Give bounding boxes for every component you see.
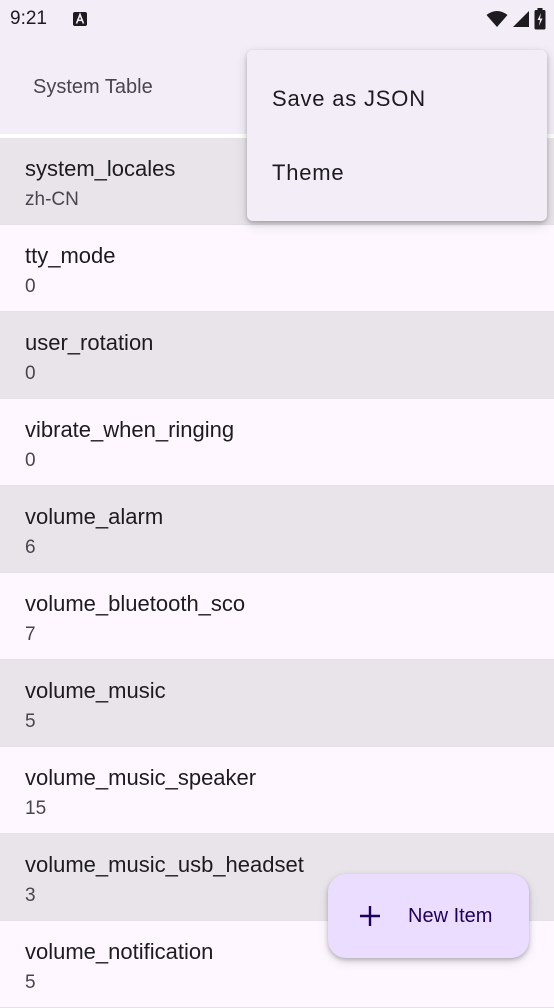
row-value: 0	[25, 276, 36, 297]
cell-signal-icon	[513, 11, 529, 27]
menu-item-theme[interactable]: Theme	[247, 136, 547, 210]
row-value: 0	[25, 363, 36, 384]
row-value: 3	[25, 885, 36, 906]
list-item[interactable]: user_rotation 0	[0, 312, 554, 399]
row-value: 5	[25, 972, 36, 993]
overflow-menu: Save as JSON Theme	[247, 50, 547, 221]
row-key: volume_alarm	[25, 504, 164, 529]
battery-icon	[534, 8, 546, 30]
row-value: zh-CN	[25, 189, 79, 210]
status-icons	[486, 8, 546, 30]
row-value: 5	[25, 711, 36, 732]
row-key: volume_music	[25, 678, 166, 703]
row-key: volume_music_usb_headset	[25, 852, 304, 877]
list-item[interactable]: tty_mode 0	[0, 225, 554, 312]
wifi-icon	[486, 11, 508, 27]
row-value: 15	[25, 798, 47, 819]
page-title: System Table	[33, 76, 153, 98]
list-item[interactable]: volume_bluetooth_sco 7	[0, 573, 554, 660]
row-value: 6	[25, 537, 36, 558]
row-key: system_locales	[25, 156, 176, 181]
new-item-button[interactable]: New Item	[328, 874, 529, 958]
row-key: tty_mode	[25, 243, 116, 268]
menu-item-save-as-json[interactable]: Save as JSON	[247, 62, 547, 136]
list-item[interactable]: vibrate_when_ringing 0	[0, 399, 554, 486]
row-value: 7	[25, 624, 36, 645]
row-key: volume_bluetooth_sco	[25, 591, 246, 616]
plus-icon	[360, 906, 380, 926]
list-item[interactable]: volume_music_speaker 15	[0, 747, 554, 834]
row-key: vibrate_when_ringing	[25, 417, 235, 442]
list-item[interactable]: volume_music 5	[0, 660, 554, 747]
row-key: volume_notification	[25, 939, 214, 964]
status-bar: 9:21	[0, 0, 554, 38]
status-time: 9:21	[10, 8, 47, 29]
list-item[interactable]: volume_alarm 6	[0, 486, 554, 573]
new-item-label: New Item	[408, 905, 493, 927]
a-letter-icon	[73, 12, 87, 26]
row-value: 0	[25, 450, 36, 471]
row-key: volume_music_speaker	[25, 765, 257, 790]
row-key: user_rotation	[25, 330, 154, 355]
